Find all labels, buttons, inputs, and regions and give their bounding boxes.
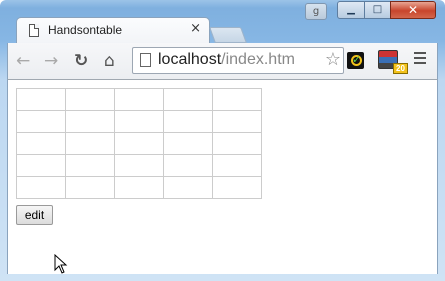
bookmark-star-icon[interactable]: ☆ (325, 49, 341, 70)
reload-icon[interactable]: ↻ (74, 51, 88, 71)
table-cell[interactable] (163, 132, 213, 155)
table-row (16, 154, 262, 177)
table-cell[interactable] (163, 154, 213, 177)
table-cell[interactable] (114, 154, 164, 177)
browser-window: Handsontable × g ▁ □ ✕ ← → ↻ ⌂ localhost… (0, 0, 445, 281)
browser-toolbar: ← → ↻ ⌂ localhost/index.htm ☆ ✓ 20 (7, 43, 438, 79)
tab-title: Handsontable (48, 23, 123, 37)
new-tab-button[interactable] (209, 27, 247, 43)
table-cell[interactable] (163, 176, 213, 199)
table-cell[interactable] (16, 132, 66, 155)
home-icon[interactable]: ⌂ (104, 51, 115, 71)
table-cell[interactable] (65, 110, 115, 133)
table-row (16, 176, 262, 199)
tab-handsontable[interactable]: Handsontable × (16, 17, 210, 44)
close-window-button[interactable]: ✕ (390, 1, 436, 19)
table-row (16, 132, 262, 155)
table-cell[interactable] (65, 132, 115, 155)
user-profile-icon[interactable]: g (305, 3, 327, 20)
table-cell[interactable] (212, 132, 262, 155)
table-cell[interactable] (212, 110, 262, 133)
mouse-cursor-icon (54, 254, 68, 274)
table-cell[interactable] (114, 110, 164, 133)
table-row (16, 88, 262, 111)
table-row (16, 110, 262, 133)
table-cell[interactable] (163, 88, 213, 111)
page-content: edit (7, 79, 438, 274)
close-tab-icon[interactable]: × (190, 21, 201, 36)
table-cell[interactable] (114, 176, 164, 199)
url-path: /index.htm (221, 51, 295, 68)
table-cell[interactable] (114, 88, 164, 111)
maximize-button[interactable]: □ (364, 1, 391, 19)
table-cell[interactable] (65, 176, 115, 199)
table-cell[interactable] (65, 154, 115, 177)
table-cell[interactable] (65, 88, 115, 111)
table-cell[interactable] (212, 88, 262, 111)
forward-arrow-icon[interactable]: → (44, 51, 58, 71)
back-arrow-icon[interactable]: ← (16, 51, 30, 71)
address-bar[interactable]: localhost/index.htm ☆ (132, 47, 344, 74)
check-mark-icon: ✓ (352, 53, 362, 66)
table-cell[interactable] (163, 110, 213, 133)
table-cell[interactable] (16, 154, 66, 177)
page-icon (29, 24, 39, 37)
extension-badge: 20 (393, 63, 408, 74)
table-cell[interactable] (114, 132, 164, 155)
page-icon (140, 53, 151, 67)
edit-button[interactable]: edit (16, 205, 53, 225)
extension-check-icon[interactable]: ✓ (347, 52, 364, 69)
table-cell[interactable] (16, 110, 66, 133)
table-cell[interactable] (16, 176, 66, 199)
url-text[interactable]: localhost/index.htm (158, 51, 314, 69)
table-cell[interactable] (212, 154, 262, 177)
url-host: localhost (158, 51, 222, 68)
handsontable-grid (16, 88, 262, 199)
minimize-button[interactable]: ▁ (337, 1, 365, 19)
table-cell[interactable] (16, 88, 66, 111)
table-cell[interactable] (212, 176, 262, 199)
menu-icon[interactable] (414, 52, 426, 68)
